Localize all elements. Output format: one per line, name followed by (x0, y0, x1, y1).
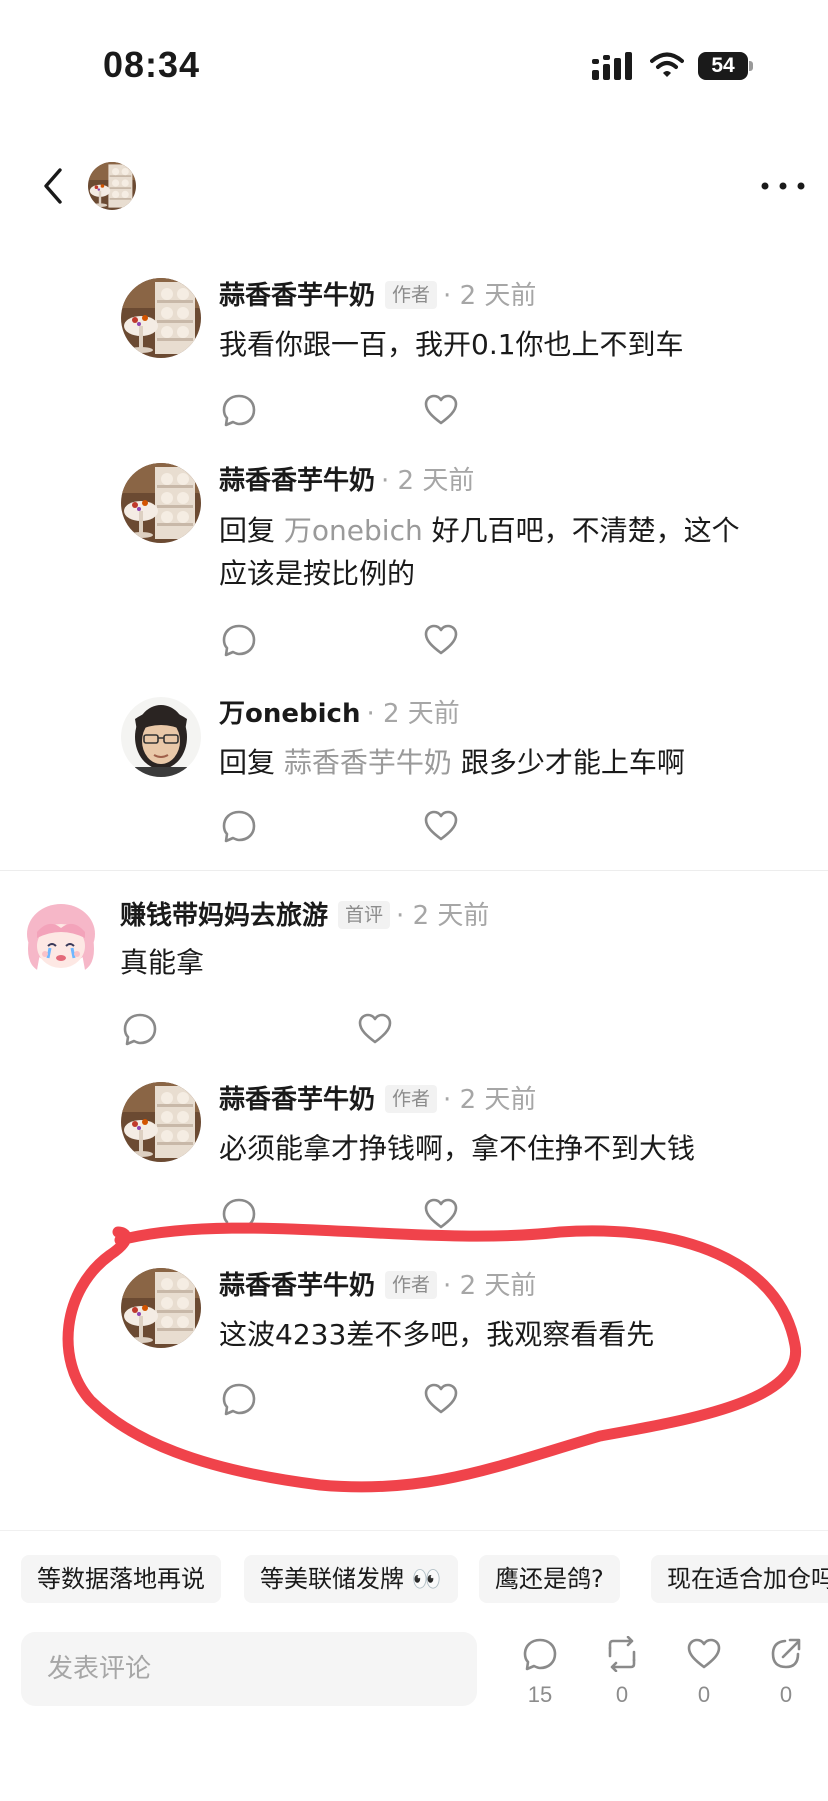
wifi-icon (650, 52, 684, 77)
comment-input[interactable]: 发表评论 (21, 1632, 477, 1706)
separator-dot: · (443, 1085, 452, 1115)
comment-input-placeholder: 发表评论 (47, 1654, 152, 1684)
comment-time: 2 天前 (459, 1271, 537, 1301)
suggestion-chip[interactable]: 现在适合加仓吗 (651, 1555, 828, 1603)
repost-button[interactable]: 0 (592, 1636, 652, 1716)
author-badge: 作者 (385, 1085, 438, 1113)
comment-author[interactable]: 赚钱带妈妈去旅游 (120, 901, 328, 931)
comment-time: 2 天前 (382, 699, 460, 729)
suggestion-chip[interactable]: 等美联储发牌 👀 (244, 1555, 458, 1603)
comment-author[interactable]: 蒜香香芋牛奶 (219, 1271, 375, 1301)
comment-author[interactable]: 蒜香香芋牛奶 (219, 281, 375, 311)
like-count: 0 (697, 1682, 711, 1707)
comment-text: 必须能拿才挣钱啊，拿不住挣不到大钱 (219, 1132, 696, 1165)
avatar[interactable] (121, 1082, 201, 1162)
heart-icon[interactable] (423, 392, 459, 428)
reply-bubble-icon[interactable] (122, 1011, 158, 1047)
comments-button[interactable]: 15 (510, 1636, 570, 1716)
like-button[interactable]: 0 (674, 1636, 734, 1716)
avatar[interactable] (21, 898, 101, 978)
status-time: 08:34 (103, 44, 201, 85)
author-badge: 作者 (385, 281, 438, 309)
more-dots-icon[interactable] (760, 174, 806, 198)
reply-prefix: 回复 (219, 514, 276, 547)
comment-bubble-icon (523, 1638, 557, 1671)
first-comment-badge: 首评 (338, 901, 391, 929)
comment-text: 我看你跟一百，我开0.1你也上不到车 (219, 328, 684, 361)
comment-time: 2 天前 (459, 281, 537, 311)
comment-author[interactable]: 蒜香香芋牛奶 (219, 466, 375, 496)
share-count: 0 (779, 1682, 793, 1707)
battery-level: 54 (711, 54, 735, 77)
comment-time: 2 天前 (412, 901, 490, 931)
comment-author[interactable]: 蒜香香芋牛奶 (219, 1085, 375, 1115)
reply-bubble-icon[interactable] (221, 1196, 257, 1232)
battery-icon: 54 (698, 52, 754, 80)
comment-author[interactable]: 万onebich (219, 699, 360, 729)
avatar[interactable] (121, 463, 201, 543)
signal-icon (592, 52, 632, 80)
reply-bubble-icon[interactable] (221, 808, 257, 844)
separator-dot: · (443, 1271, 452, 1301)
avatar[interactable] (121, 697, 201, 777)
heart-icon[interactable] (423, 622, 459, 658)
separator-dot: · (366, 699, 375, 729)
heart-icon[interactable] (423, 1196, 459, 1232)
separator-dot: · (396, 901, 405, 931)
suggestion-chip[interactable]: 鹰还是鸽? (479, 1555, 620, 1603)
repost-icon (608, 1636, 636, 1672)
reply-bubble-icon[interactable] (221, 622, 257, 658)
reply-target[interactable]: 万onebich (284, 514, 423, 547)
divider (0, 870, 828, 871)
share-icon (771, 1638, 801, 1669)
heart-icon (687, 1638, 721, 1669)
repost-count: 0 (615, 1682, 629, 1707)
share-button[interactable]: 0 (756, 1636, 816, 1716)
comment-time: 2 天前 (397, 466, 475, 496)
reply-target[interactable]: 蒜香香芋牛奶 (284, 746, 452, 779)
comment-text: 好几百吧，不清楚，这个 (422, 514, 740, 547)
comment-text: 真能拿 (120, 946, 205, 979)
post-author-avatar[interactable] (88, 162, 136, 210)
reply-prefix: 回复 (219, 746, 276, 779)
chevron-left-icon[interactable] (36, 164, 72, 208)
heart-icon[interactable] (423, 808, 459, 844)
comment-count: 15 (527, 1682, 553, 1707)
suggestion-chip[interactable]: 等数据落地再说 (21, 1555, 221, 1603)
avatar[interactable] (121, 278, 201, 358)
comment-text: 跟多少才能上车啊 (451, 746, 685, 779)
heart-icon[interactable] (357, 1011, 393, 1047)
comment-text: 这波4233差不多吧，我观察看看先 (219, 1318, 655, 1351)
separator-dot: · (443, 281, 452, 311)
comment-time: 2 天前 (459, 1085, 537, 1115)
reply-bubble-icon[interactable] (221, 392, 257, 428)
avatar[interactable] (121, 1268, 201, 1348)
comment-text-line2: 应该是按比例的 (219, 557, 416, 590)
heart-icon[interactable] (423, 1381, 459, 1417)
suggestion-chips: 等数据落地再说 等美联储发牌 👀 鹰还是鸽? 现在适合加仓吗 (0, 1530, 828, 1620)
author-badge: 作者 (385, 1271, 438, 1299)
separator-dot: · (381, 466, 390, 496)
reply-bubble-icon[interactable] (221, 1381, 257, 1417)
